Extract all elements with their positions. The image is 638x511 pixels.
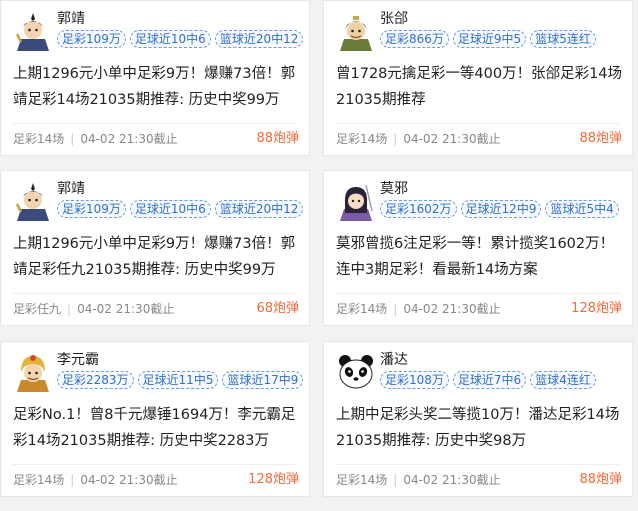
stat-tag: 足彩1602万 bbox=[380, 200, 457, 218]
lottery-category: 足彩14场 bbox=[13, 473, 65, 487]
expert-name[interactable]: 张郃 bbox=[380, 10, 408, 28]
swordswoman-avatar-icon[interactable] bbox=[336, 181, 376, 221]
recommendation-text[interactable]: 上期1296元小单中足彩9万！爆赚73倍！郭靖足彩14场21035期推荐: 历史… bbox=[13, 61, 303, 113]
expert-card[interactable]: 李元霸 足彩2283万 足球近11中5 篮球近17中9 足彩No.1！曾8千元爆… bbox=[0, 341, 310, 497]
price-label[interactable]: 128炮弹 bbox=[248, 472, 299, 488]
divider bbox=[13, 123, 297, 124]
recommendation-text[interactable]: 曾1728元擒足彩一等400万！张郃足彩14场21035期推荐 bbox=[336, 61, 626, 113]
expert-card[interactable]: 张郃 足彩866万 足球近9中5 篮球5连红 曾1728元擒足彩一等400万！张… bbox=[323, 0, 633, 156]
divider bbox=[13, 293, 297, 294]
stat-tag: 篮球4连红 bbox=[530, 371, 596, 389]
deadline-text: 04-02 21:30截止 bbox=[403, 132, 501, 146]
stat-tag: 足彩109万 bbox=[57, 200, 126, 218]
lottery-category: 足彩任九 bbox=[13, 302, 62, 316]
price-label[interactable]: 68炮弹 bbox=[256, 301, 299, 317]
divider bbox=[336, 123, 620, 124]
deadline-text: 04-02 21:30截止 bbox=[403, 302, 501, 316]
expert-card[interactable]: 郭靖 足彩109万 足球近10中6 篮球近20中12 上期1296元小单中足彩9… bbox=[0, 170, 310, 326]
separator: | bbox=[70, 473, 75, 487]
price-label[interactable]: 88炮弹 bbox=[579, 472, 622, 488]
recommendation-text[interactable]: 上期中足彩头奖二等揽10万！潘达足彩14场21035期推荐: 历史中奖98万 bbox=[336, 402, 626, 454]
price-label[interactable]: 88炮弹 bbox=[256, 131, 299, 147]
expert-name[interactable]: 郭靖 bbox=[57, 180, 85, 198]
stat-tag: 篮球近5中4 bbox=[545, 200, 619, 218]
stat-tag: 足球近10中6 bbox=[129, 30, 211, 48]
expert-card[interactable]: 莫邪 足彩1602万 足球近12中9 篮球近5中4 莫邪曾揽6注足彩一等！累计揽… bbox=[323, 170, 633, 326]
recommendation-text[interactable]: 上期1296元小单中足彩9万！爆赚73倍！郭靖足彩任九21035期推荐: 历史中… bbox=[13, 231, 303, 283]
stat-tag: 足球近12中9 bbox=[460, 200, 542, 218]
expert-name[interactable]: 潘达 bbox=[380, 351, 408, 369]
stat-tags: 足彩109万 足球近10中6 篮球近20中12 bbox=[57, 30, 304, 48]
recommendation-text[interactable]: 足彩No.1！曾8千元爆锤1694万！李元霸足彩14场21035期推荐: 历史中… bbox=[13, 402, 303, 454]
stat-tag: 篮球近20中12 bbox=[214, 200, 304, 218]
panda-avatar-icon[interactable] bbox=[336, 352, 376, 392]
lottery-category: 足彩14场 bbox=[336, 473, 388, 487]
card-footer: 足彩14场 | 04-02 21:30截止 88炮弹 bbox=[336, 131, 622, 147]
expert-card[interactable]: 郭靖 足彩109万 足球近10中6 篮球近20中12 上期1296元小单中足彩9… bbox=[0, 0, 310, 156]
recommendation-text[interactable]: 莫邪曾揽6注足彩一等！累计揽奖1602万！连中3期足彩！看最新14场方案 bbox=[336, 231, 626, 283]
separator: | bbox=[393, 473, 398, 487]
price-label[interactable]: 88炮弹 bbox=[579, 131, 622, 147]
stat-tag: 足彩108万 bbox=[380, 371, 449, 389]
stat-tag: 篮球近17中9 bbox=[222, 371, 304, 389]
card-footer: 足彩14场 | 04-02 21:30截止 128炮弹 bbox=[336, 301, 622, 317]
deadline-text: 04-02 21:30截止 bbox=[77, 302, 175, 316]
expert-card[interactable]: 潘达 足彩108万 足球近7中6 篮球4连红 上期中足彩头奖二等揽10万！潘达足… bbox=[323, 341, 633, 497]
lottery-category: 足彩14场 bbox=[336, 132, 388, 146]
stat-tag: 足球近10中6 bbox=[129, 200, 211, 218]
card-footer: 足彩14场 | 04-02 21:30截止 88炮弹 bbox=[13, 131, 299, 147]
divider bbox=[13, 464, 297, 465]
stat-tags: 足彩2283万 足球近11中5 篮球近17中9 bbox=[57, 371, 304, 389]
warrior-avatar-icon[interactable] bbox=[13, 11, 53, 51]
divider bbox=[336, 293, 620, 294]
deadline-text: 04-02 21:30截止 bbox=[80, 132, 178, 146]
stat-tag: 足彩2283万 bbox=[57, 371, 134, 389]
price-label[interactable]: 128炮弹 bbox=[571, 301, 622, 317]
warrior-avatar-icon[interactable] bbox=[13, 181, 53, 221]
separator: | bbox=[393, 302, 398, 316]
card-footer: 足彩14场 | 04-02 21:30截止 88炮弹 bbox=[336, 472, 622, 488]
deadline-text: 04-02 21:30截止 bbox=[403, 473, 501, 487]
stat-tags: 足彩109万 足球近10中6 篮球近20中12 bbox=[57, 200, 304, 218]
expert-name[interactable]: 莫邪 bbox=[380, 180, 408, 198]
general-avatar-icon[interactable] bbox=[336, 11, 376, 51]
stat-tag: 篮球近20中12 bbox=[214, 30, 304, 48]
stat-tags: 足彩1602万 足球近12中9 篮球近5中4 bbox=[380, 200, 619, 218]
lottery-category: 足彩14场 bbox=[13, 132, 65, 146]
divider bbox=[336, 464, 620, 465]
stat-tag: 足球近9中5 bbox=[452, 30, 527, 48]
expert-name[interactable]: 郭靖 bbox=[57, 10, 85, 28]
expert-name[interactable]: 李元霸 bbox=[57, 351, 99, 369]
stat-tag: 足彩866万 bbox=[380, 30, 449, 48]
stat-tag: 篮球5连红 bbox=[530, 30, 596, 48]
lottery-category: 足彩14场 bbox=[336, 302, 388, 316]
separator: | bbox=[67, 302, 72, 316]
stat-tag: 足彩109万 bbox=[57, 30, 126, 48]
separator: | bbox=[393, 132, 398, 146]
golden-helmet-avatar-icon[interactable] bbox=[13, 352, 53, 392]
separator: | bbox=[70, 132, 75, 146]
card-footer: 足彩14场 | 04-02 21:30截止 128炮弹 bbox=[13, 472, 299, 488]
stat-tag: 足球近7中6 bbox=[452, 371, 527, 389]
stat-tag: 足球近11中5 bbox=[137, 371, 219, 389]
deadline-text: 04-02 21:30截止 bbox=[80, 473, 178, 487]
stat-tags: 足彩866万 足球近9中5 篮球5连红 bbox=[380, 30, 596, 48]
card-footer: 足彩任九 | 04-02 21:30截止 68炮弹 bbox=[13, 301, 299, 317]
stat-tags: 足彩108万 足球近7中6 篮球4连红 bbox=[380, 371, 596, 389]
